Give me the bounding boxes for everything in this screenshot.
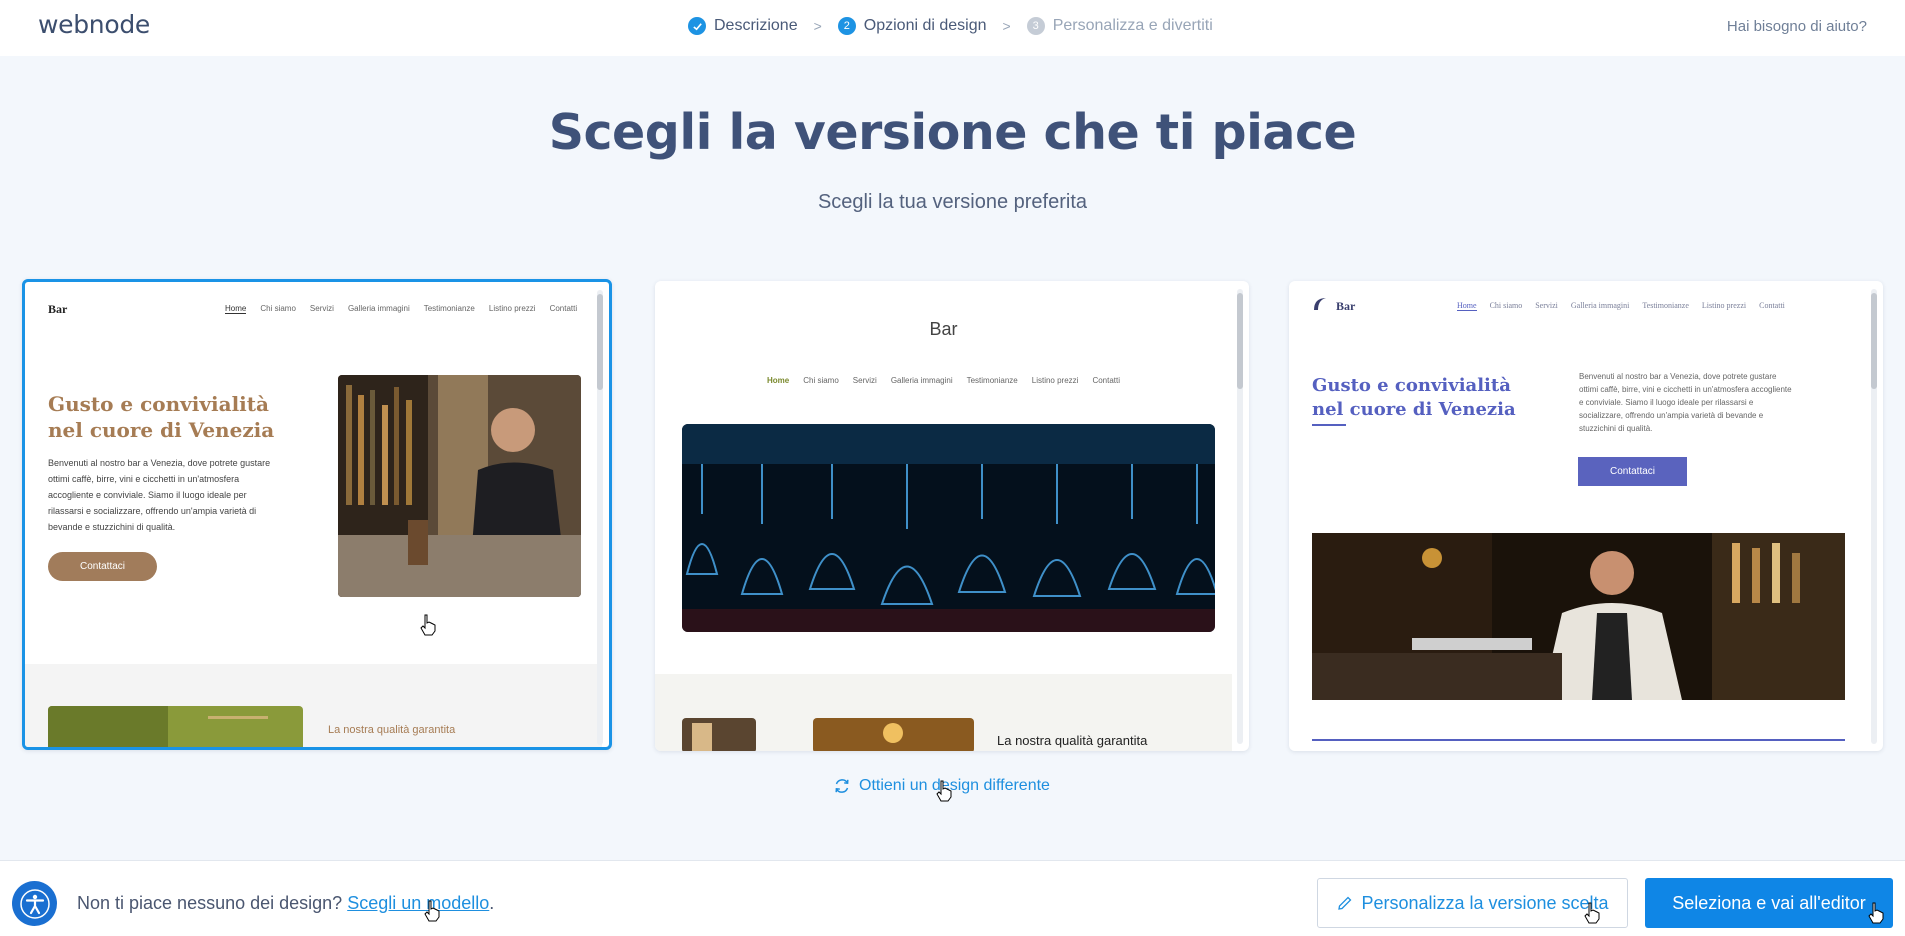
design-card-3[interactable]: Bar Home Chi siamo Servizi Galleria imma… <box>1289 281 1883 751</box>
preview-heading: Gusto e convivialità nel cuore di Venezi… <box>1312 375 1516 420</box>
preview-brand: Bar <box>48 302 68 316</box>
preview-nav-item: Listino prezzi <box>1031 376 1079 385</box>
preview-nav-item: Chi siamo <box>803 376 839 385</box>
preview-body: Benvenuti al nostro bar a Venezia, dove … <box>1579 372 1792 433</box>
webnode-logo[interactable]: webnode <box>38 10 150 39</box>
preview-section-photo <box>682 718 756 751</box>
hand-cursor-icon <box>424 900 440 922</box>
footer-bar: Non ti piace nessuno dei design? Scegli … <box>0 860 1905 936</box>
preview-contact-button: Contattaci <box>48 552 157 581</box>
preview-nav-item: Galleria immagini <box>890 376 953 385</box>
preview-nav-item: Chi siamo <box>1489 301 1523 310</box>
step-label: Opzioni di design <box>863 17 987 34</box>
preview-scrollbar[interactable] <box>1237 289 1243 744</box>
preview-nav-item: Servizi <box>852 376 877 385</box>
preview-nav-item: Listino prezzi <box>1701 301 1747 310</box>
step-number: 2 <box>837 17 856 35</box>
other-design-label: Ottieni un design differente <box>859 777 1050 794</box>
preview-nav-item: Testimonianze <box>966 376 1018 385</box>
step-label: Personalizza e divertiti <box>1052 17 1213 34</box>
preview-nav-item: Contatti <box>1092 376 1121 385</box>
preview-nav-item: Home <box>766 376 790 385</box>
preview-bartender-photo <box>1312 533 1845 700</box>
pencil-icon <box>1338 896 1352 910</box>
preview-nav-item: Servizi <box>309 304 334 313</box>
help-link[interactable]: Hai bisogno di aiuto? <box>1727 18 1867 35</box>
step-label: Descrizione <box>714 17 798 34</box>
preview-section-divider <box>1312 739 1845 741</box>
chevron-right-icon: > <box>813 18 822 34</box>
preview-nav-item: Listino prezzi <box>488 304 536 313</box>
preview-nav: Home Chi siamo Servizi Galleria immagini… <box>225 304 577 314</box>
customize-version-button[interactable]: Personalizza la versione scelta <box>1317 878 1628 928</box>
hand-cursor-icon <box>420 614 436 636</box>
preview-body: Benvenuti al nostro bar a Venezia, dove … <box>48 458 271 532</box>
chevron-right-icon: > <box>1002 18 1011 34</box>
customize-version-label: Personalizza la versione scelta <box>1361 892 1609 913</box>
select-and-edit-button[interactable]: Seleziona e vai all'editor <box>1645 878 1893 928</box>
step-number: 3 <box>1026 17 1045 35</box>
preview-section-photo <box>48 706 303 747</box>
design-card-2[interactable]: Bar Home Chi siamo Servizi Galleria imma… <box>655 281 1249 751</box>
refresh-icon <box>835 779 849 793</box>
preview-scrollbar[interactable] <box>597 290 603 745</box>
crescent-logo-icon <box>1314 298 1326 310</box>
page-title: Scegli la versione che ti piace <box>548 104 1357 161</box>
preview-nav-item: Testimonianze <box>423 304 475 313</box>
heading-underline <box>1312 424 1346 426</box>
step-description[interactable]: Descrizione <box>688 17 798 35</box>
preview-wine-glasses-photo <box>682 424 1215 632</box>
footer-period: . <box>489 893 495 913</box>
top-bar: webnode Descrizione > 2 Opzioni di desig… <box>0 0 1905 56</box>
preview-nav-item: Home <box>225 304 247 314</box>
preview-nav-item: Chi siamo <box>260 304 296 313</box>
preview-nav: Home Chi siamo Servizi Galleria immagini… <box>655 376 1232 385</box>
preview-nav-item: Galleria immagini <box>1570 301 1630 310</box>
preview-nav-item: Testimonianze <box>1642 301 1689 310</box>
preview-brand: Bar <box>929 319 958 339</box>
hand-cursor-icon <box>1868 902 1884 924</box>
preview-nav-item: Contatti <box>549 304 578 313</box>
preview-section-photo <box>813 718 974 751</box>
preview-bartender-photo <box>338 375 581 597</box>
preview-heading: Gusto e convivialità nel cuore di Venezi… <box>48 392 275 442</box>
progress-steps: Descrizione > 2 Opzioni di design > 3 Pe… <box>688 17 1213 35</box>
hand-cursor-icon <box>936 780 952 802</box>
accessibility-icon[interactable] <box>12 881 57 926</box>
preview-quality-heading: La nostra qualità garantita <box>328 724 456 736</box>
preview-quality-heading: La nostra qualità garantita <box>997 733 1148 748</box>
preview-contact-button: Contattaci <box>1578 457 1687 486</box>
footer-question: Non ti piace nessuno dei design? <box>77 893 343 913</box>
page-subtitle: Scegli la tua versione preferita <box>817 191 1088 213</box>
preview-nav-item: Servizi <box>1535 301 1558 310</box>
choose-template-link[interactable]: Scegli un modello <box>347 893 489 913</box>
hand-cursor-icon <box>1584 902 1600 924</box>
preview-nav: Home Chi siamo Servizi Galleria immagini… <box>1457 301 1785 311</box>
preview-nav-item: Home <box>1457 301 1477 311</box>
design-card-1[interactable]: Bar Home Chi siamo Servizi Galleria imma… <box>22 279 612 750</box>
preview-nav-item: Galleria immagini <box>347 304 410 313</box>
check-icon <box>688 17 706 35</box>
preview-brand: Bar <box>1336 299 1356 313</box>
step-design-options[interactable]: 2 Opzioni di design <box>837 17 987 35</box>
preview-scrollbar[interactable] <box>1871 289 1877 744</box>
step-customize: 3 Personalizza e divertiti <box>1026 17 1213 35</box>
preview-nav-item: Contatti <box>1759 301 1785 310</box>
